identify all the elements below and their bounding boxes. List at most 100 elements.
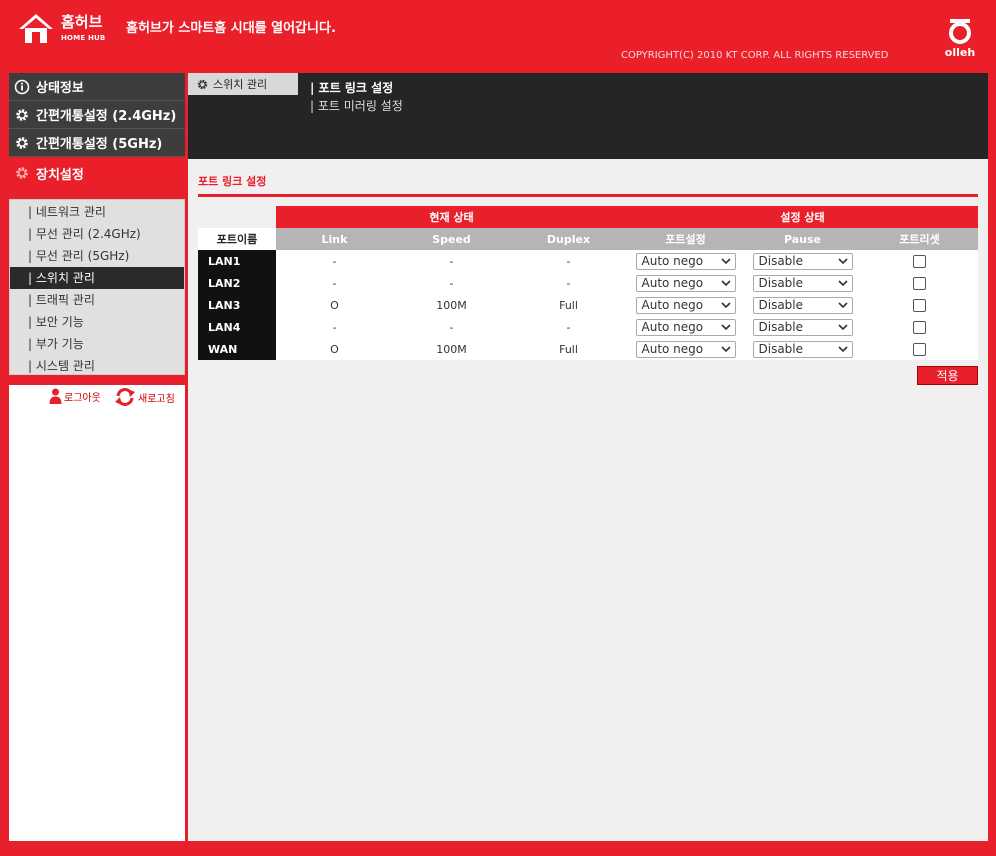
gear-icon <box>16 136 28 149</box>
link-status: O <box>276 294 393 316</box>
menu-status[interactable]: 상태정보 <box>9 73 185 101</box>
chevron-down-icon <box>720 324 731 331</box>
user-icon <box>49 388 62 404</box>
refresh-link[interactable]: 새로고침 <box>114 388 175 406</box>
port-setting-select[interactable]: Auto nego <box>635 252 736 270</box>
group-setting-status: 설정 상태 <box>627 206 978 228</box>
link-port-link-settings[interactable]: | 포트 링크 설정 <box>310 79 403 97</box>
chevron-down-icon <box>837 302 848 309</box>
pause-select[interactable]: Disable <box>752 252 853 270</box>
menu-label: 간편개통설정 (5GHz) <box>36 137 163 152</box>
port-reset-checkbox[interactable] <box>913 276 926 290</box>
home-logo-icon[interactable] <box>18 12 54 44</box>
port-reset-cell <box>861 294 978 316</box>
submenu-security[interactable]: | 보안 기능 <box>10 311 184 333</box>
port-setting-select[interactable]: Auto nego <box>635 340 736 358</box>
info-icon <box>14 79 30 94</box>
pause-value: Disable <box>758 276 804 290</box>
port-name: LAN1 <box>198 250 276 272</box>
pause-select[interactable]: Disable <box>752 318 853 336</box>
chevron-down-icon <box>720 258 731 265</box>
menu-label: 간편개통설정 (2.4GHz) <box>36 109 177 124</box>
gear-icon <box>16 167 28 179</box>
port-name: LAN4 <box>198 316 276 338</box>
pause-select[interactable]: Disable <box>752 274 853 292</box>
apply-button[interactable]: 적용 <box>917 366 978 385</box>
port-setting-cell: Auto nego <box>627 294 744 316</box>
pause-cell: Disable <box>744 294 861 316</box>
col-speed: Speed <box>393 228 510 250</box>
speed-value: 100M <box>393 338 510 360</box>
pause-select[interactable]: Disable <box>752 296 853 314</box>
submenu-wireless-24ghz[interactable]: | 무선 관리 (2.4GHz) <box>10 223 184 245</box>
col-duplex: Duplex <box>510 228 627 250</box>
port-name: WAN <box>198 338 276 360</box>
brand-name-en: HOME HUB <box>61 34 106 42</box>
table-body: LAN1- - - Auto nego Disable LAN2- - - Auto nego D… <box>198 250 978 360</box>
menu-label: 상태정보 <box>36 81 84 96</box>
logout-label: 로그아웃 <box>64 392 101 404</box>
port-reset-checkbox[interactable] <box>913 342 926 356</box>
sidebar-bottom: 로그아웃 새로고침 <box>9 385 185 841</box>
pause-value: Disable <box>758 254 804 268</box>
menu-device-settings[interactable]: 장치설정 <box>9 157 185 189</box>
menu-quick-setup-5ghz[interactable]: 간편개통설정 (5GHz) <box>9 129 185 157</box>
submenu-extra[interactable]: | 부가 기능 <box>10 333 184 355</box>
chevron-down-icon <box>837 258 848 265</box>
link-status: - <box>276 272 393 294</box>
duplex-value: - <box>510 250 627 272</box>
tab-switch-management[interactable]: 스위치 관리 <box>188 73 298 95</box>
duplex-value: - <box>510 272 627 294</box>
submenu: | 네트워크 관리 | 무선 관리 (2.4GHz) | 무선 관리 (5GHz… <box>9 199 185 375</box>
speed-value: - <box>393 250 510 272</box>
port-reset-checkbox[interactable] <box>913 254 926 268</box>
logout-link[interactable]: 로그아웃 <box>49 388 101 404</box>
port-setting-value: Auto nego <box>641 298 704 312</box>
submenu-traffic[interactable]: | 트래픽 관리 <box>10 289 184 311</box>
olleh-logo-icon <box>949 19 971 44</box>
col-port-reset: 포트리셋 <box>861 228 978 250</box>
submenu-wireless-5ghz[interactable]: | 무선 관리 (5GHz) <box>10 245 184 267</box>
port-reset-cell <box>861 272 978 294</box>
refresh-icon <box>115 388 135 406</box>
brand-name: 홈허브 <box>61 13 103 31</box>
pause-cell: Disable <box>744 316 861 338</box>
port-reset-cell <box>861 250 978 272</box>
port-reset-checkbox[interactable] <box>913 298 926 312</box>
port-setting-value: Auto nego <box>641 320 704 334</box>
table-row: LAN3 O 100M Full Auto nego Disable <box>198 294 978 316</box>
pause-cell: Disable <box>744 272 861 294</box>
chevron-down-icon <box>837 324 848 331</box>
tab-label: 스위치 관리 <box>213 78 268 91</box>
pause-value: Disable <box>758 320 804 334</box>
chevron-down-icon <box>720 346 731 353</box>
speed-value: 100M <box>393 294 510 316</box>
link-status: - <box>276 316 393 338</box>
slogan: 홈허브가 스마트홈 시대를 열어갑니다. <box>126 21 336 36</box>
table-row: WAN O 100M Full Auto nego Disable <box>198 338 978 360</box>
pause-select[interactable]: Disable <box>752 340 853 358</box>
submenu-system[interactable]: | 시스템 관리 <box>10 355 184 377</box>
link-port-mirroring-settings[interactable]: | 포트 미러링 설정 <box>310 97 403 115</box>
link-status: - <box>276 250 393 272</box>
port-setting-select[interactable]: Auto nego <box>635 296 736 314</box>
chevron-down-icon <box>720 302 731 309</box>
group-current-status: 현재 상태 <box>276 206 627 228</box>
port-reset-checkbox[interactable] <box>913 320 926 334</box>
port-setting-select[interactable]: Auto nego <box>635 318 736 336</box>
section-title: 포트 링크 설정 <box>198 175 267 188</box>
submenu-switch[interactable]: | 스위치 관리 <box>10 267 184 289</box>
pause-cell: Disable <box>744 338 861 360</box>
speed-value: - <box>393 272 510 294</box>
topbar: 스위치 관리 | 포트 링크 설정 | 포트 미러링 설정 <box>188 73 988 159</box>
submenu-network[interactable]: | 네트워크 관리 <box>10 201 184 223</box>
chevron-down-icon <box>837 280 848 287</box>
port-setting-select[interactable]: Auto nego <box>635 274 736 292</box>
olleh-logo: olleh <box>940 16 980 60</box>
col-port-name: 포트이름 <box>198 228 276 250</box>
port-setting-value: Auto nego <box>641 254 704 268</box>
port-setting-value: Auto nego <box>641 342 704 356</box>
section-divider <box>198 194 978 197</box>
sub-navigation: | 포트 링크 설정 | 포트 미러링 설정 <box>310 79 403 115</box>
menu-quick-setup-24ghz[interactable]: 간편개통설정 (2.4GHz) <box>9 101 185 129</box>
